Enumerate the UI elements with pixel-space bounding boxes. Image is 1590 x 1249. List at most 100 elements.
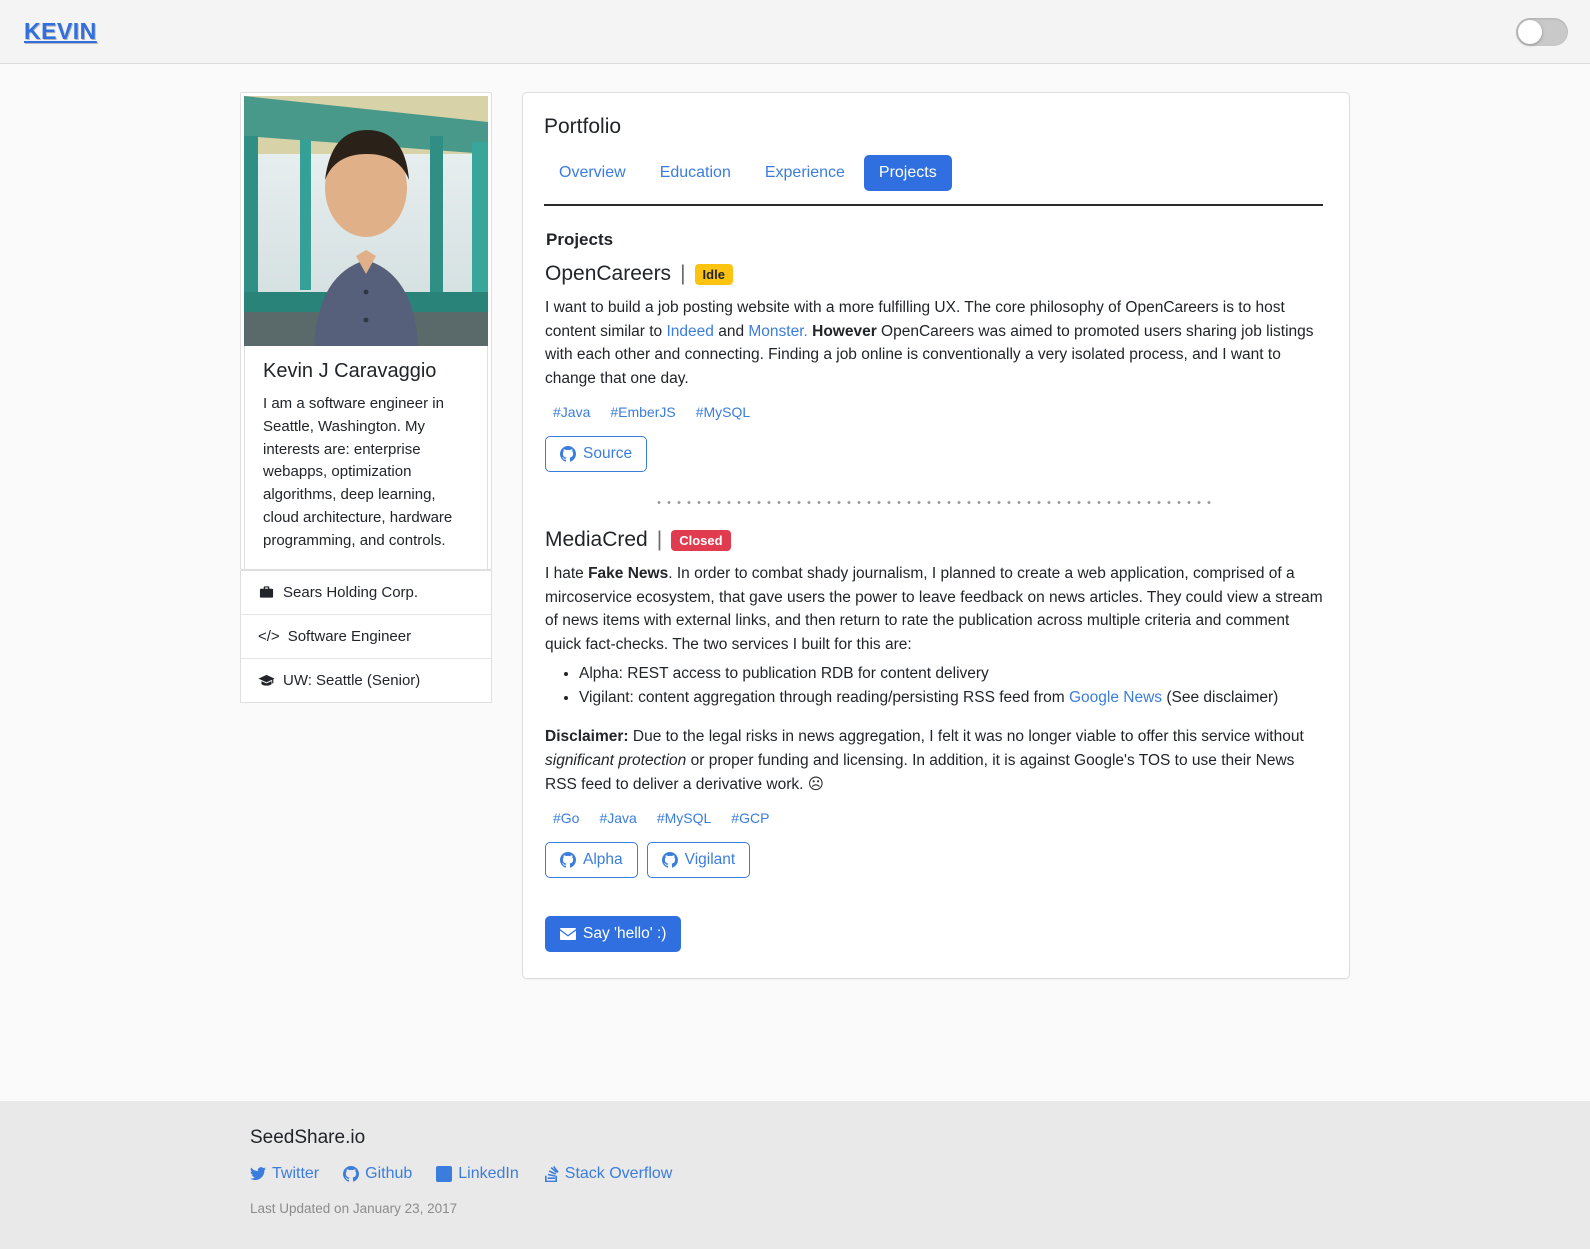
social-link-linkedin[interactable]: LinkedIn (436, 1165, 519, 1183)
github-icon (560, 852, 576, 868)
github-icon (661, 852, 678, 868)
project-description: I hate Fake News. In order to combat sha… (545, 562, 1323, 656)
content-container: Kevin J Caravaggio I am a software engin… (240, 92, 1350, 980)
tag-list: #Go #Java #MySQL #GCP (553, 810, 1323, 826)
tab-education[interactable]: Education (645, 155, 746, 191)
social-label: LinkedIn (458, 1165, 519, 1182)
list-item: Vigilant: content aggregation through re… (579, 686, 1323, 710)
status-badge: Idle (694, 263, 733, 285)
tag[interactable]: #Go (553, 810, 579, 826)
project-button-row: Alpha Vigilant (545, 842, 1323, 879)
info-item-employer[interactable]: Sears Holding Corp. (241, 571, 491, 615)
twitter-icon (250, 1167, 266, 1181)
footer-inner: SeedShare.io Twitter Github LinkedIn Sta… (240, 1127, 1350, 1216)
stack-overflow-icon (544, 1166, 559, 1182)
button-label: Source (583, 445, 633, 463)
portrait-photo-icon (244, 96, 488, 346)
button-label: Vigilant (684, 851, 736, 869)
disclaimer-label: Disclaimer: (545, 728, 629, 746)
info-label: Software Engineer (287, 627, 412, 645)
social-label: Stack Overflow (564, 1165, 673, 1182)
project-button-row: Source (545, 436, 1323, 473)
tag[interactable]: #MySQL (696, 404, 750, 420)
frowning-face-icon: ☹ (807, 775, 824, 793)
social-link-stack-overflow[interactable]: Stack Overflow (543, 1165, 673, 1183)
info-label: Sears Holding Corp. (283, 583, 419, 601)
tag[interactable]: #Java (599, 810, 636, 826)
envelope-icon (560, 928, 576, 941)
github-icon (343, 1166, 360, 1182)
title-separator: | (680, 262, 686, 285)
tag[interactable]: #GCP (731, 810, 769, 826)
button-label: Say 'hello' :) (583, 925, 667, 943)
info-label: UW: Seattle (Senior) (283, 671, 421, 689)
theme-toggle[interactable] (1516, 17, 1568, 46)
navbar: KEVIN (0, 0, 1590, 64)
services-list: Alpha: REST access to publication RDB fo… (544, 662, 1323, 709)
status-badge: Closed (671, 529, 731, 551)
tag[interactable]: #MySQL (657, 810, 711, 826)
page-title: Portfolio (544, 115, 622, 138)
social-label: Github (365, 1165, 413, 1182)
vigilant-button[interactable]: Vigilant (646, 842, 751, 879)
social-label: Twitter (272, 1165, 320, 1182)
tab-bar: Overview Education Experience Projects (544, 155, 1323, 191)
project-opencareers: OpenCareers | Idle I want to build a job… (544, 262, 1323, 473)
tab-projects[interactable]: Projects (863, 155, 952, 191)
briefcase-icon (259, 585, 274, 598)
disclaimer-paragraph: Disclaimer: Due to the legal risks in ne… (545, 725, 1323, 796)
desc-emphasis: However (807, 322, 877, 340)
social-link-github[interactable]: Github (343, 1165, 412, 1183)
list-item: Alpha: REST access to publication RDB fo… (579, 662, 1323, 686)
title-separator: | (656, 528, 663, 552)
profile-body: Kevin J Caravaggio I am a software engin… (244, 346, 488, 569)
project-name: OpenCareers (545, 262, 672, 285)
say-hello-button[interactable]: Say 'hello' :) (545, 916, 682, 953)
list-item-text: (See disclaimer) (1162, 688, 1279, 706)
avatar (244, 96, 488, 346)
info-item-education[interactable]: UW: Seattle (Senior) (241, 659, 491, 702)
tag[interactable]: #Java (553, 404, 590, 420)
social-links: Twitter Github LinkedIn Stack Overflow (250, 1165, 1350, 1183)
desc-text: I hate (545, 565, 589, 583)
desc-emphasis: Fake News (588, 565, 669, 583)
portfolio-card: Portfolio Overview Education Experience … (522, 92, 1350, 980)
alpha-button[interactable]: Alpha (545, 842, 638, 879)
profile-sidebar: Kevin J Caravaggio I am a software engin… (240, 92, 492, 703)
graduation-cap-icon (258, 674, 275, 686)
tab-divider (544, 204, 1323, 206)
project-title: OpenCareers | Idle (545, 262, 1323, 286)
tab-overview[interactable]: Overview (544, 155, 641, 191)
brand-logo[interactable]: KEVIN (24, 18, 97, 45)
project-title: MediaCred | Closed (545, 528, 1323, 552)
info-item-role[interactable]: </> Software Engineer (241, 615, 491, 659)
profile-bio: I am a software engineer in Seattle, Was… (263, 395, 453, 549)
disclaimer-emphasis: significant protection (545, 752, 687, 770)
project-name: MediaCred (545, 528, 648, 552)
code-icon: </> (258, 627, 280, 645)
project-divider (653, 501, 1214, 505)
main-column: Portfolio Overview Education Experience … (522, 92, 1350, 980)
monster-link[interactable]: Monster. (748, 323, 807, 340)
social-link-twitter[interactable]: Twitter (250, 1165, 319, 1183)
disclaimer-text: Due to the legal risks in news aggregati… (628, 728, 1304, 746)
tag-list: #Java #EmberJS #MySQL (553, 404, 1323, 420)
google-news-link[interactable]: Google News (1069, 689, 1162, 706)
footer: SeedShare.io Twitter Github LinkedIn Sta… (0, 1101, 1590, 1249)
list-item-text: Vigilant: content aggregation through re… (579, 688, 1069, 706)
tag[interactable]: #EmberJS (610, 404, 675, 420)
last-updated-text: Last Updated on January 23, 2017 (250, 1201, 458, 1216)
linkedin-icon (436, 1166, 453, 1182)
indeed-link[interactable]: Indeed (666, 323, 713, 340)
source-button[interactable]: Source (545, 436, 648, 473)
profile-name: Kevin J Caravaggio (263, 360, 437, 382)
section-heading: Projects (546, 230, 614, 249)
github-icon (560, 446, 576, 462)
contact-row: Say 'hello' :) (545, 916, 1323, 953)
desc-text: and (713, 322, 749, 340)
project-description: I want to build a job posting website wi… (545, 296, 1323, 390)
button-label: Alpha (583, 851, 623, 869)
toggle-knob (1518, 19, 1542, 44)
page-body: Kevin J Caravaggio I am a software engin… (0, 64, 1590, 1101)
tab-experience[interactable]: Experience (750, 155, 860, 191)
